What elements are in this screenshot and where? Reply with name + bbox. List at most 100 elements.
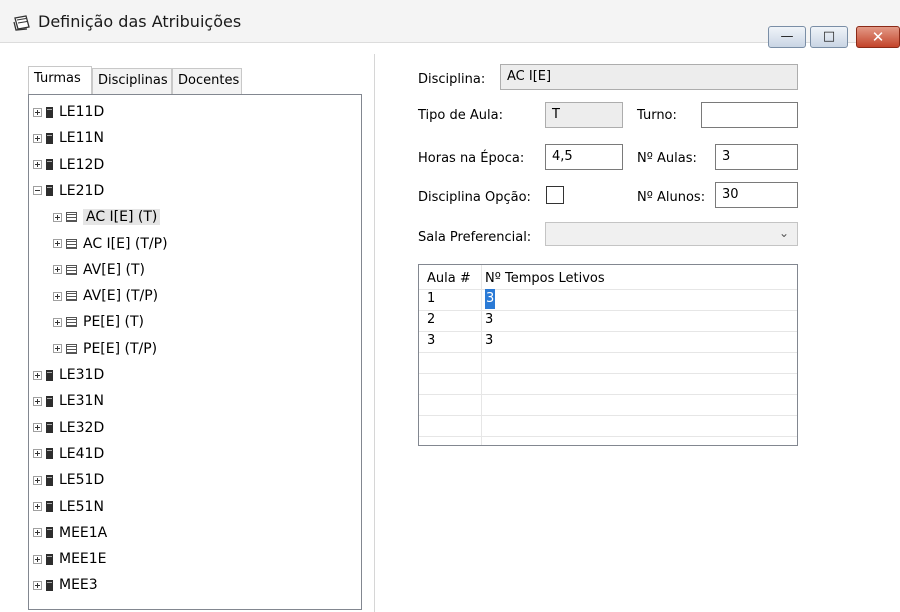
notebook-icon [13,15,30,31]
grid-header-tempos[interactable]: Nº Tempos Letivos [485,269,605,289]
class-icon [46,106,53,118]
tree-node-label: LE21D [59,182,105,199]
n-aulas-input[interactable]: 3 [715,144,798,170]
expand-icon[interactable] [53,344,62,354]
tree-node-class[interactable]: MEE3 [33,572,98,598]
tree-node-class[interactable]: LE51N [33,494,104,520]
minimize-button[interactable]: — [768,26,806,48]
tree-node-subject[interactable]: AC I[E] (T) [53,204,161,230]
disciplina-opcao-checkbox[interactable] [546,186,564,204]
class-tree[interactable]: LE11D LE11N LE12D LE21D AC I[E] (T) AC I[E] (… [28,94,362,610]
tree-node-label: PE[E] (T) [83,314,144,331]
tab-disciplinas[interactable]: Disciplinas [92,68,172,94]
tree-node-class[interactable]: MEE1E [33,546,107,572]
subject-icon [66,317,77,328]
sala-preferencial-select[interactable]: ⌄ [545,222,798,246]
aulas-grid[interactable]: Aula # Nº Tempos Letivos 1 3 2 3 3 3 [418,264,798,446]
expand-icon[interactable] [33,554,42,564]
expand-icon[interactable] [33,133,42,143]
left-panel: Turmas Disciplinas Docentes LE11D LE11N LE… [22,62,362,612]
class-icon [46,448,53,460]
tipo-aula-field: T [545,102,623,128]
expand-icon[interactable] [33,475,42,485]
tipo-aula-label: Tipo de Aula: [418,108,503,123]
tree-node-label: LE11N [59,130,104,147]
maximize-icon: □ [822,29,836,44]
tree-node-label: LE51N [59,498,104,515]
class-icon [46,474,53,486]
expand-icon[interactable] [33,580,42,590]
tree-node-class[interactable]: LE41D [33,441,104,467]
grid-cell-aula[interactable]: 3 [427,331,435,351]
expand-icon[interactable] [33,107,42,117]
tree-node-class[interactable]: MEE1A [33,520,107,546]
tree-node-label: MEE1E [59,551,107,568]
expand-icon[interactable] [53,317,62,327]
chevron-down-icon: ⌄ [778,226,789,240]
grid-cell-tempos[interactable]: 3 [485,310,493,330]
grid-header-aula[interactable]: Aula # [427,269,471,289]
tree-node-class[interactable]: LE21D [33,178,104,204]
tree-node-label: PE[E] (T/P) [83,340,158,357]
expand-icon[interactable] [53,291,62,301]
disciplina-label: Disciplina: [418,72,486,87]
tree-node-subject[interactable]: AV[E] (T/P) [53,283,158,309]
horas-epoca-input[interactable]: 4,5 [545,144,623,170]
tree-node-class[interactable]: LE11D [33,99,104,125]
class-icon [46,579,53,591]
tree-node-class[interactable]: LE31N [33,388,104,414]
grid-line [419,331,797,332]
tab-docentes[interactable]: Docentes [172,68,242,94]
class-icon [46,501,53,512]
grid-cell-aula[interactable]: 2 [427,310,435,330]
class-icon [46,369,53,381]
n-alunos-label: Nº Alunos: [637,190,706,205]
grid-cell-aula[interactable]: 1 [427,289,435,309]
expand-icon[interactable] [33,528,42,538]
tree-node-subject[interactable]: AV[E] (T) [53,257,145,283]
class-icon [46,395,53,407]
grid-line [419,394,797,395]
tab-turmas[interactable]: Turmas [28,66,92,94]
tree-node-subject[interactable]: AC I[E] (T/P) [53,231,168,257]
tree-node-label: LE51D [59,472,105,489]
turno-input[interactable] [701,102,798,128]
expand-icon[interactable] [33,370,42,380]
subject-icon [66,291,77,302]
tree-node-class[interactable]: LE11N [33,125,104,151]
class-icon [46,422,53,434]
tree-node-class[interactable]: LE31D [33,362,104,388]
expand-icon[interactable] [53,265,62,275]
grid-cell-tempos-selected[interactable]: 3 [485,289,496,309]
tree-node-subject[interactable]: PE[E] (T/P) [53,336,157,362]
expand-icon[interactable] [33,502,42,511]
subject-icon [66,212,77,223]
tree-node-label: AC I[E] (T) [83,209,161,226]
grid-line [419,436,797,437]
grid-cell-tempos[interactable]: 3 [485,331,493,351]
grid-column-divider [481,265,482,445]
expand-icon[interactable] [33,160,42,170]
expand-icon[interactable] [33,449,42,459]
tree-node-class[interactable]: LE12D [33,152,104,178]
tree-node-class[interactable]: LE51D [33,467,104,493]
class-icon [46,553,53,565]
expand-icon[interactable] [53,239,62,248]
expand-icon[interactable] [33,396,42,406]
maximize-button[interactable]: □ [810,26,848,48]
tree-node-class[interactable]: LE32D [33,415,104,441]
close-button[interactable]: ✕ [856,26,900,48]
n-alunos-input[interactable]: 30 [715,182,798,208]
expand-icon[interactable] [33,423,42,433]
collapse-icon[interactable] [33,186,42,196]
tree-node-label: MEE1A [59,524,108,541]
class-icon [46,159,53,171]
expand-icon[interactable] [53,212,62,222]
grid-line [419,415,797,416]
grid-line [419,310,797,311]
tree-node-label: AV[E] (T/P) [83,288,159,305]
close-icon: ✕ [871,28,885,46]
tree-node-subject[interactable]: PE[E] (T) [53,309,144,335]
title-bar: Definição das Atribuições — □ ✕ [0,0,900,48]
class-icon [46,527,53,539]
